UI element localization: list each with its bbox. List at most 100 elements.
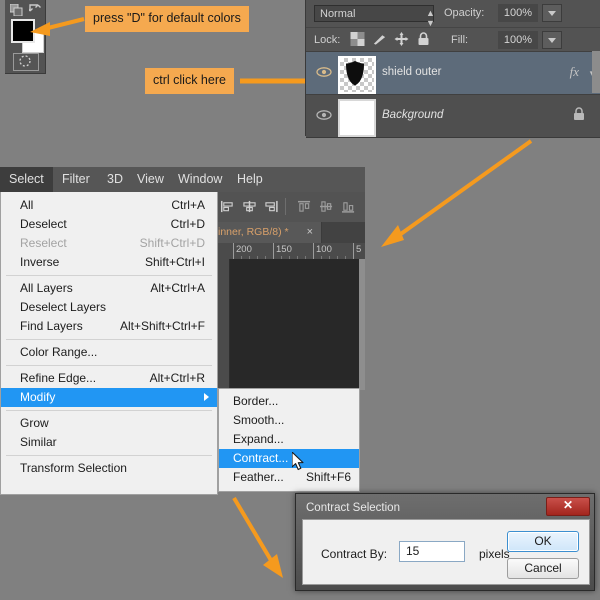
menu-help[interactable]: Help [228, 167, 272, 192]
layer-name: Background [382, 109, 443, 121]
horizontal-ruler: 200 150 100 5 [215, 243, 365, 260]
blend-mode-row: Normal ▲▼ Opacity: 100% [306, 0, 600, 26]
toolbar-divider [285, 198, 286, 215]
foreground-color-swatch[interactable] [11, 19, 35, 43]
photoshop-tutorial-screenshot: press "D" for default colors ctrl click … [0, 0, 600, 600]
quick-mask-icon[interactable] [13, 53, 39, 71]
swap-colors-icon[interactable] [10, 4, 23, 16]
menu-item-label: Smooth... [233, 411, 284, 430]
menu-item-accel: Shift+Ctrl+I [145, 253, 205, 272]
menu-item-find-layers[interactable]: Find Layers Alt+Shift+Ctrl+F [1, 317, 217, 336]
eye-visibility-icon[interactable] [316, 64, 332, 80]
revert-default-colors-icon[interactable] [29, 3, 41, 15]
blend-mode-select[interactable]: Normal [314, 5, 434, 22]
menu-window[interactable]: Window [169, 167, 231, 192]
cancel-button[interactable]: Cancel [507, 558, 579, 579]
layers-scrollbar[interactable] [592, 51, 600, 93]
align-top-edges-icon[interactable] [297, 200, 312, 213]
menu-item-label: Deselect [20, 215, 67, 234]
document-tab[interactable]: inner, RGB/8) * × [215, 222, 322, 243]
document-window: inner, RGB/8) * × 200 150 100 5 [215, 222, 365, 390]
menu-item-label: Transform Selection [20, 459, 127, 478]
menu-item-accel: Alt+Shift+Ctrl+F [120, 317, 205, 336]
fill-value[interactable]: 100% [498, 31, 538, 49]
layer-row[interactable]: Background [306, 94, 600, 138]
submenu-item-expand[interactable]: Expand... [219, 430, 359, 449]
submenu-item-smooth[interactable]: Smooth... [219, 411, 359, 430]
menu-item-reselect: Reselect Shift+Ctrl+D [1, 234, 217, 253]
menu-item-all[interactable]: All Ctrl+A [1, 196, 217, 215]
ok-button[interactable]: OK [507, 531, 579, 552]
menu-item-label: Color Range... [20, 343, 97, 362]
menu-item-transform-selection[interactable]: Transform Selection [1, 459, 217, 478]
canvas-viewport[interactable] [230, 259, 359, 390]
submenu-arrow-icon [204, 393, 209, 401]
ruler-label: 100 [316, 244, 332, 255]
menu-item-accel: Shift+Ctrl+D [140, 234, 205, 253]
menu-3d[interactable]: 3D [98, 167, 132, 192]
annotation-ctrl-click: ctrl click here [145, 68, 234, 94]
lock-row: Lock: Fill: 100% [306, 27, 600, 50]
menu-item-accel: Shift+F6 [306, 468, 351, 487]
menu-select[interactable]: Select [0, 167, 53, 192]
layer-locked-icon [573, 107, 585, 121]
mouse-cursor-icon [292, 452, 306, 472]
menu-item-label: All Layers [20, 279, 73, 298]
menu-item-all-layers[interactable]: All Layers Alt+Ctrl+A [1, 279, 217, 298]
lock-position-icon[interactable] [394, 32, 409, 46]
submenu-item-contract[interactable]: Contract... [219, 449, 359, 468]
menu-item-color-range[interactable]: Color Range... [1, 343, 217, 362]
submenu-item-feather[interactable]: Feather... Shift+F6 [219, 468, 359, 487]
menu-item-inverse[interactable]: Inverse Shift+Ctrl+I [1, 253, 217, 272]
menu-item-label: Reselect [20, 234, 67, 253]
lock-image-pixels-icon[interactable] [372, 32, 387, 46]
layer-name: shield outer [382, 66, 441, 78]
menu-separator [6, 410, 212, 411]
opacity-dropdown-icon[interactable] [542, 4, 562, 22]
layer-thumbnail[interactable] [338, 99, 376, 137]
document-tab-label: inner, RGB/8) * [218, 226, 289, 238]
menu-item-label: Grow [20, 414, 49, 433]
contract-by-input[interactable]: 15 [399, 541, 465, 562]
dialog-title: Contract Selection [306, 502, 400, 514]
opacity-value[interactable]: 100% [498, 4, 538, 22]
menu-bar: Select Filter 3D View Window Help [0, 167, 365, 192]
menu-item-modify[interactable]: Modify [1, 388, 217, 407]
menu-item-label: Find Layers [20, 317, 83, 336]
menu-item-refine-edge[interactable]: Refine Edge... Alt+Ctrl+R [1, 369, 217, 388]
select-dropdown-menu: All Ctrl+A Deselect Ctrl+D Reselect Shif… [0, 192, 218, 495]
menu-item-deselect-layers[interactable]: Deselect Layers [1, 298, 217, 317]
close-icon[interactable]: × [307, 226, 313, 238]
menu-filter[interactable]: Filter [53, 167, 99, 192]
submenu-item-border[interactable]: Border... [219, 392, 359, 411]
blend-mode-stepper-icon[interactable]: ▲▼ [426, 8, 435, 28]
align-horizontal-centers-icon[interactable] [242, 200, 257, 213]
opacity-label: Opacity: [444, 7, 484, 19]
align-left-edges-icon[interactable] [220, 200, 235, 213]
ruler-label: 5 [356, 244, 361, 255]
menu-separator [6, 365, 212, 366]
menu-view[interactable]: View [128, 167, 173, 192]
menu-item-deselect[interactable]: Deselect Ctrl+D [1, 215, 217, 234]
menu-item-label: Contract... [233, 449, 288, 468]
menu-item-accel: Alt+Ctrl+A [150, 279, 205, 298]
menu-item-label: Inverse [20, 253, 59, 272]
align-bottom-edges-icon[interactable] [341, 200, 356, 213]
close-icon[interactable]: ✕ [546, 497, 590, 516]
lock-label: Lock: [314, 34, 340, 46]
menu-item-label: Deselect Layers [20, 298, 106, 317]
align-right-edges-icon[interactable] [264, 200, 279, 213]
menu-item-grow[interactable]: Grow [1, 414, 217, 433]
layer-thumbnail[interactable] [338, 56, 376, 94]
fill-dropdown-icon[interactable] [542, 31, 562, 49]
menu-item-similar[interactable]: Similar [1, 433, 217, 452]
layer-effects-badge[interactable]: fx [570, 64, 579, 80]
lock-all-icon[interactable] [416, 32, 431, 46]
align-vertical-centers-icon[interactable] [319, 200, 334, 213]
menu-item-label: Expand... [233, 430, 284, 449]
eye-visibility-icon[interactable] [316, 107, 332, 123]
lock-transparent-pixels-icon[interactable] [350, 32, 365, 46]
canvas-scrollbar[interactable] [359, 259, 365, 390]
layer-row[interactable]: shield outer fx ▼ [306, 51, 600, 95]
menu-item-label: Border... [233, 392, 278, 411]
